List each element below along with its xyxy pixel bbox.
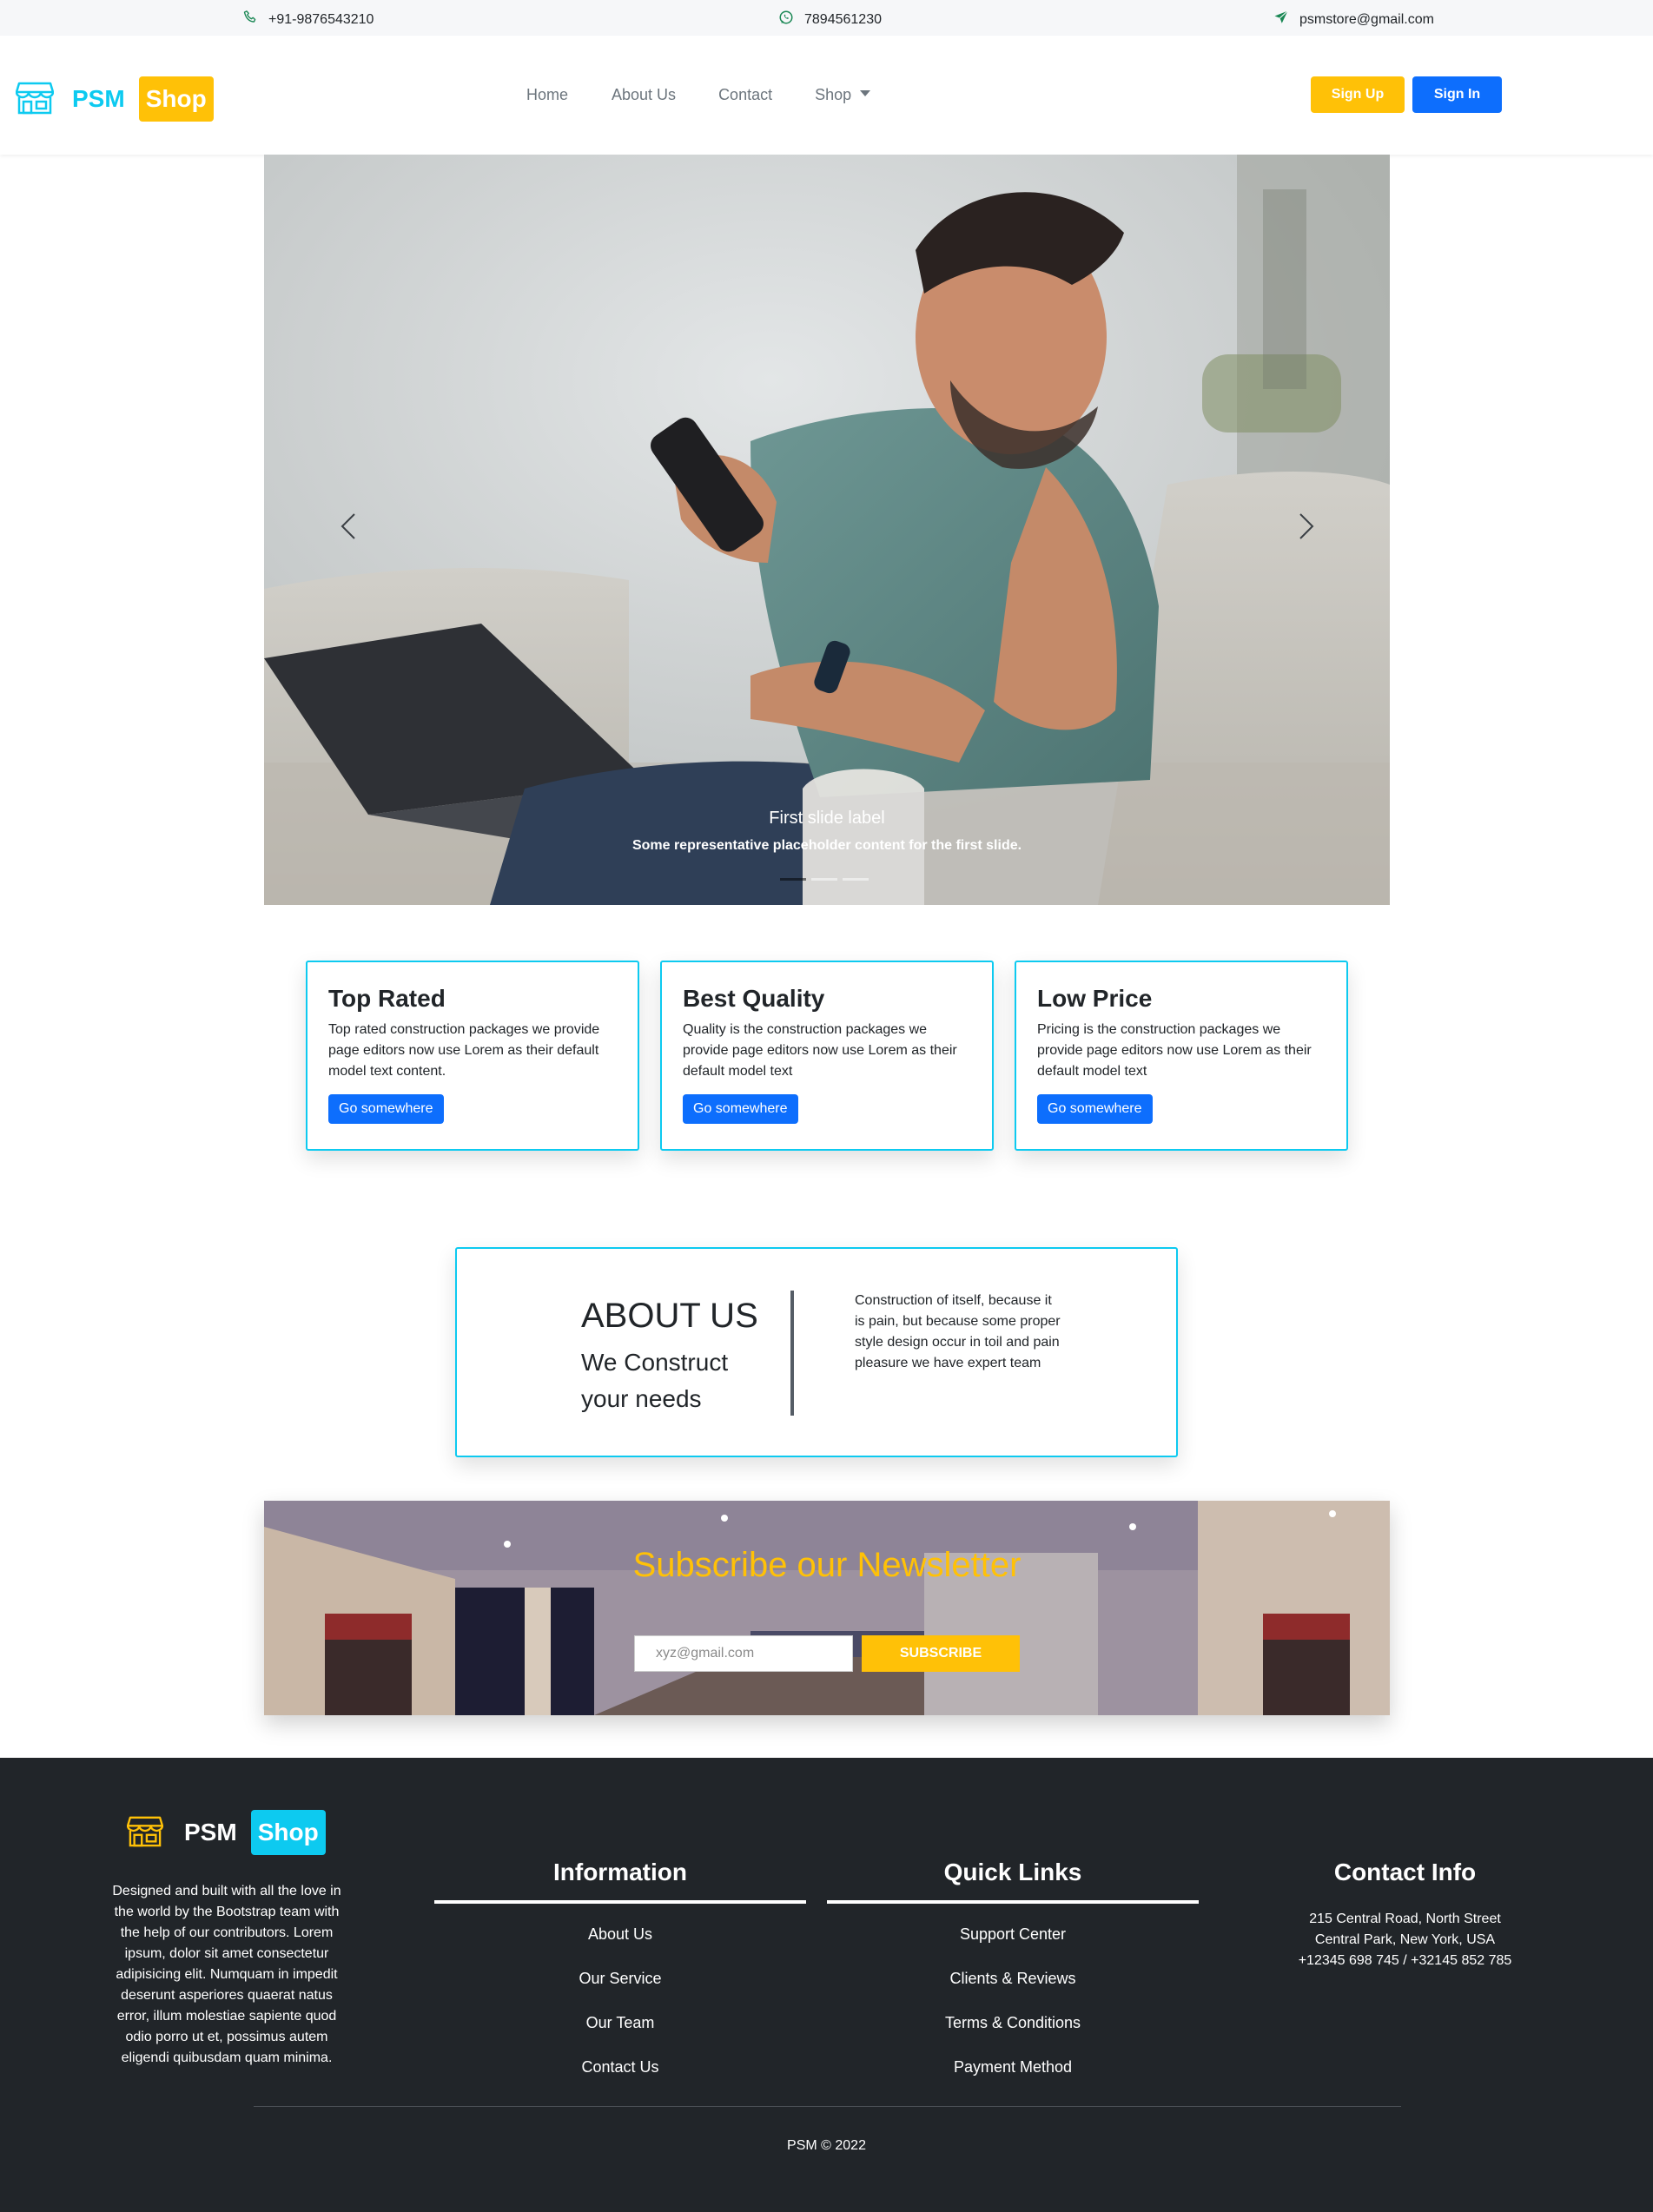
whatsapp-icon (778, 10, 794, 30)
brand-logo[interactable]: PSM Shop (15, 76, 214, 122)
topbar-whatsapp[interactable]: 7894561230 (778, 10, 882, 30)
footer-description: Designed and built with all the love in … (112, 1884, 341, 2065)
brand-shop: Shop (138, 76, 214, 122)
footer-quick-links-title: Quick Links (943, 1859, 1082, 1885)
top-contact-bar: +91-9876543210 7894561230 psmstore@gmail… (0, 0, 1653, 36)
card-text: Top rated construction packages we provi… (328, 1022, 600, 1079)
send-icon (1273, 10, 1289, 30)
footer-link-our-team[interactable]: Our Team (434, 2001, 806, 2045)
footer-divider (254, 2106, 1401, 2107)
phone-icon (242, 10, 258, 30)
footer-information: Information About Us Our Service Our Tea… (434, 1859, 806, 2090)
footer-link-our-service[interactable]: Our Service (434, 1957, 806, 2001)
card-title: Top Rated (328, 985, 446, 1012)
carousel-indicators (780, 878, 869, 881)
caption-text: Some representative placeholder content … (631, 838, 1022, 853)
carousel-indicator-3[interactable] (843, 878, 869, 881)
card-text: Pricing is the construction packages we … (1037, 1022, 1312, 1079)
footer-contact-title: Contact Info (1333, 1859, 1477, 1885)
topbar-phone[interactable]: +91-9876543210 (242, 10, 374, 30)
newsletter-section: Subscribe our Newsletter xyz@gmail.com S… (264, 1501, 1390, 1715)
about-divider (790, 1291, 794, 1416)
store-icon (126, 1814, 164, 1852)
footer-copyright: PSM © 2022 (787, 2138, 866, 2153)
carousel-prev-button[interactable] (327, 506, 370, 550)
hero-image (264, 155, 1390, 905)
topbar-email-text: psmstore@gmail.com (1299, 11, 1434, 27)
card-title: Low Price (1037, 985, 1153, 1012)
footer-information-rule (434, 1900, 806, 1904)
footer-contact-phones: +12345 698 745 / +32145 852 785 (1298, 1953, 1512, 1968)
topbar-email[interactable]: psmstore@gmail.com (1273, 10, 1434, 30)
feature-card-low-price: Low Price Pricing is the construction pa… (1015, 961, 1348, 1151)
footer-brand-logo[interactable]: PSM Shop (126, 1810, 326, 1855)
nav-shop-label: Shop (815, 86, 852, 103)
footer-contact-address-1: 215 Central Road, North Street (1309, 1912, 1501, 1926)
card-title: Best Quality (683, 985, 825, 1012)
nav-about-us[interactable]: About Us (612, 86, 676, 104)
store-icon (15, 80, 55, 119)
newsletter-background-image (264, 1501, 1390, 1715)
footer-quick-links: Quick Links Support Center Clients & Rev… (827, 1859, 1199, 2090)
hero-carousel: First slide label Some representative pl… (264, 155, 1390, 905)
footer-information-title: Information (553, 1859, 687, 1885)
card-go-button[interactable]: Go somewhere (1037, 1094, 1153, 1124)
footer-contact-address-2: Central Park, New York, USA (1314, 1932, 1496, 1947)
footer-contact-info: Contact Info 215 Central Road, North Str… (1242, 1859, 1568, 1971)
footer-link-terms-conditions[interactable]: Terms & Conditions (827, 2001, 1199, 2045)
nav-shop-dropdown[interactable]: Shop (815, 86, 871, 104)
nav-home[interactable]: Home (526, 86, 568, 104)
nav-links: Home About Us Contact Shop (526, 86, 871, 104)
newsletter-email-input[interactable]: xyz@gmail.com (634, 1635, 853, 1672)
topbar-phone-text: +91-9876543210 (268, 11, 374, 27)
footer-link-support-center[interactable]: Support Center (827, 1912, 1199, 1957)
carousel-indicator-2[interactable] (811, 878, 837, 881)
carousel-indicator-1[interactable] (780, 878, 806, 881)
caption-title: First slide label (769, 809, 885, 828)
carousel-next-button[interactable] (1285, 506, 1328, 550)
about-subtitle: We Construct your needs (581, 1349, 729, 1412)
footer-link-payment-method[interactable]: Payment Method (827, 2045, 1199, 2090)
newsletter-title: Subscribe our Newsletter (632, 1546, 1022, 1584)
signin-button[interactable]: Sign In (1412, 76, 1502, 113)
chevron-left-icon (339, 512, 358, 545)
about-section: ABOUT US We Construct your needs Constru… (455, 1247, 1178, 1457)
footer: PSM Shop Designed and built with all the… (0, 1758, 1653, 2212)
card-text: Quality is the construction packages we … (683, 1022, 957, 1079)
footer-brand-shop: Shop (250, 1810, 326, 1855)
footer-link-clients-reviews[interactable]: Clients & Reviews (827, 1957, 1199, 2001)
nav-contact[interactable]: Contact (718, 86, 772, 104)
subscribe-button[interactable]: SUBSCRIBE (862, 1635, 1020, 1672)
signup-button[interactable]: Sign Up (1311, 76, 1405, 113)
navbar: PSM Shop Home About Us Contact Shop Sign… (0, 36, 1653, 155)
footer-link-about-us[interactable]: About Us (434, 1912, 806, 1957)
chevron-right-icon (1297, 512, 1316, 545)
footer-link-contact-us[interactable]: Contact Us (434, 2045, 806, 2090)
about-title: ABOUT US (581, 1297, 758, 1335)
footer-quick-links-rule (827, 1900, 1199, 1904)
brand-psm: PSM (72, 85, 125, 112)
about-text: Construction of itself, because it is pa… (855, 1293, 1061, 1370)
card-go-button[interactable]: Go somewhere (328, 1094, 444, 1124)
topbar-whatsapp-text: 7894561230 (804, 11, 882, 27)
feature-card-top-rated: Top Rated Top rated construction package… (306, 961, 639, 1151)
feature-card-best-quality: Best Quality Quality is the construction… (660, 961, 994, 1151)
footer-brand-psm: PSM (184, 1819, 237, 1846)
card-go-button[interactable]: Go somewhere (683, 1094, 798, 1124)
caret-down-icon (860, 89, 871, 96)
